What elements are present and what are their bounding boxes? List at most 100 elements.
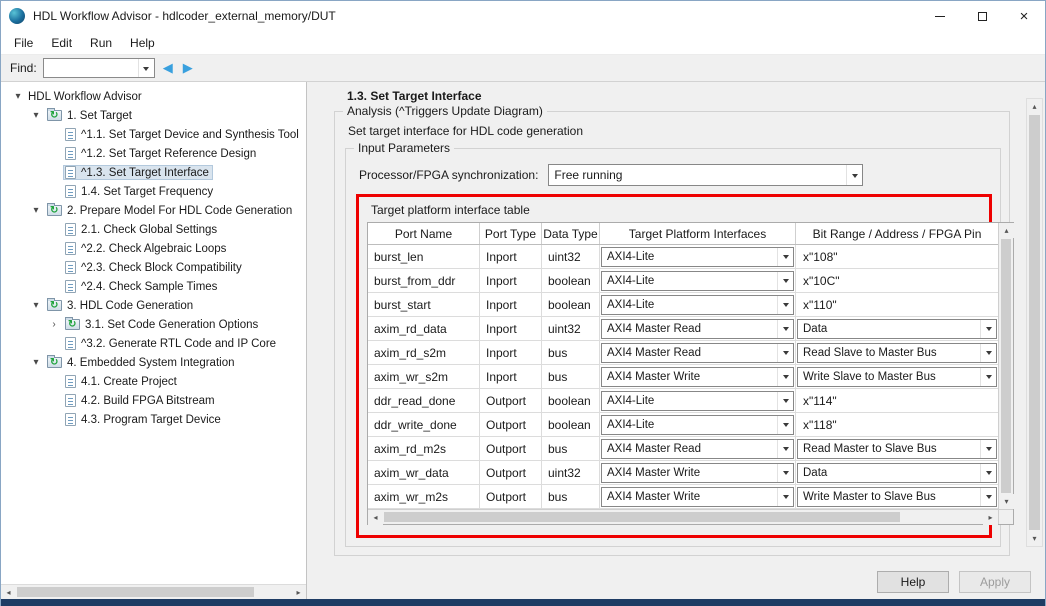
tree-item[interactable]: 4.3. Program Target Device xyxy=(1,410,225,429)
tree-item[interactable]: ▾ 1. Set Target xyxy=(1,106,136,125)
tree-item-body[interactable]: ^2.2. Check Algebraic Loops xyxy=(63,241,230,256)
tree-item[interactable]: ^2.4. Check Sample Times xyxy=(1,277,221,296)
chevron-down-icon[interactable] xyxy=(980,344,996,362)
bit-range-dropdown[interactable]: Read Slave to Master Bus xyxy=(797,343,997,363)
scroll-right-icon[interactable]: ▸ xyxy=(983,510,998,525)
chevron-down-icon[interactable] xyxy=(777,320,793,338)
chevron-down-icon[interactable] xyxy=(777,368,793,386)
tree-item[interactable]: ▾ 4. Embedded System Integration xyxy=(1,353,239,372)
chevron-down-icon[interactable] xyxy=(777,440,793,458)
tree-expand-icon[interactable]: ▾ xyxy=(27,110,45,121)
find-combobox[interactable] xyxy=(43,58,155,78)
tree-item-body[interactable]: ^1.3. Set Target Interface xyxy=(63,165,213,180)
scroll-right-icon[interactable]: ▸ xyxy=(291,585,306,600)
maximize-button[interactable] xyxy=(961,1,1003,31)
chevron-down-icon[interactable] xyxy=(777,248,793,266)
chevron-down-icon[interactable] xyxy=(777,344,793,362)
find-previous-button[interactable]: ◀ xyxy=(161,60,175,76)
interface-dropdown[interactable]: AXI4 Master Write xyxy=(601,367,794,387)
scroll-down-icon[interactable]: ▾ xyxy=(999,494,1014,509)
scroll-up-icon[interactable]: ▴ xyxy=(999,223,1014,238)
scroll-left-icon[interactable]: ◂ xyxy=(368,510,383,525)
tree-item[interactable]: ^1.3. Set Target Interface xyxy=(1,163,213,182)
interface-dropdown[interactable]: AXI4 Master Read xyxy=(601,343,794,363)
interface-dropdown[interactable]: AXI4-Lite xyxy=(601,295,794,315)
tree-item[interactable]: ▾ 2. Prepare Model For HDL Code Generati… xyxy=(1,201,296,220)
tree-item[interactable]: ^2.2. Check Algebraic Loops xyxy=(1,239,230,258)
chevron-down-icon[interactable] xyxy=(777,272,793,290)
chevron-down-icon[interactable] xyxy=(980,488,996,506)
interface-dropdown[interactable]: AXI4-Lite xyxy=(601,391,794,411)
tree-item-body[interactable]: 4. Embedded System Integration xyxy=(45,356,239,370)
scroll-left-icon[interactable]: ◂ xyxy=(1,585,16,600)
tree-item[interactable]: › 3.1. Set Code Generation Options xyxy=(1,315,262,334)
bit-range-dropdown[interactable]: Data xyxy=(797,463,997,483)
interface-dropdown[interactable]: AXI4-Lite xyxy=(601,415,794,435)
chevron-down-icon[interactable] xyxy=(777,488,793,506)
chevron-down-icon[interactable] xyxy=(777,416,793,434)
scroll-up-icon[interactable]: ▴ xyxy=(1027,99,1042,114)
tree-item-body[interactable]: 2.1. Check Global Settings xyxy=(63,222,221,237)
tree-item[interactable]: ^1.1. Set Target Device and Synthesis To… xyxy=(1,125,303,144)
tree-item-body[interactable]: 3. HDL Code Generation xyxy=(45,299,197,313)
tree-horizontal-scrollbar[interactable]: ◂ ▸ xyxy=(1,584,306,599)
scrollbar-thumb[interactable] xyxy=(17,587,254,597)
scrollbar-thumb[interactable] xyxy=(1001,239,1011,493)
tree-item-body[interactable]: ^1.2. Set Target Reference Design xyxy=(63,146,260,161)
tree-item[interactable]: 4.2. Build FPGA Bitstream xyxy=(1,391,219,410)
panel-vertical-scrollbar[interactable]: ▴ ▾ xyxy=(1026,98,1043,547)
tree-item[interactable]: ^1.2. Set Target Reference Design xyxy=(1,144,260,163)
interface-dropdown[interactable]: AXI4 Master Read xyxy=(601,439,794,459)
interface-dropdown[interactable]: AXI4-Lite xyxy=(601,247,794,267)
bit-range-dropdown[interactable]: Data xyxy=(797,319,997,339)
interface-dropdown[interactable]: AXI4 Master Write xyxy=(601,487,794,507)
chevron-down-icon[interactable] xyxy=(980,320,996,338)
tree-item[interactable]: ▾ HDL Workflow Advisor xyxy=(1,87,146,106)
tree-item-body[interactable]: HDL Workflow Advisor xyxy=(27,90,146,104)
menu-item[interactable]: Help xyxy=(121,33,164,53)
tree-item-body[interactable]: ^2.4. Check Sample Times xyxy=(63,279,221,294)
chevron-down-icon[interactable] xyxy=(777,464,793,482)
bit-range-dropdown[interactable]: Read Master to Slave Bus xyxy=(797,439,997,459)
scrollbar-track[interactable] xyxy=(383,510,983,524)
tree-item[interactable]: 2.1. Check Global Settings xyxy=(1,220,221,239)
tree-item[interactable]: 4.1. Create Project xyxy=(1,372,181,391)
interface-dropdown[interactable]: AXI4 Master Write xyxy=(601,463,794,483)
tree-expand-icon[interactable]: ▾ xyxy=(27,300,45,311)
sync-dropdown[interactable]: Free running xyxy=(548,164,863,186)
tree-item[interactable]: ▾ 3. HDL Code Generation xyxy=(1,296,197,315)
scroll-down-icon[interactable]: ▾ xyxy=(1027,531,1042,546)
table-vertical-scrollbar[interactable]: ▴ ▾ xyxy=(998,223,1013,509)
chevron-down-icon[interactable] xyxy=(980,368,996,386)
tree-item[interactable]: ^2.3. Check Block Compatibility xyxy=(1,258,246,277)
chevron-down-icon[interactable] xyxy=(980,464,996,482)
tree-item-body[interactable]: 4.1. Create Project xyxy=(63,374,181,389)
tree-expand-icon[interactable]: ▾ xyxy=(9,91,27,102)
bit-range-dropdown[interactable]: Write Slave to Master Bus xyxy=(797,367,997,387)
close-button[interactable]: × xyxy=(1003,1,1045,31)
tree-item-body[interactable]: 1. Set Target xyxy=(45,109,136,123)
scrollbar-track[interactable] xyxy=(16,585,291,599)
menu-item[interactable]: Edit xyxy=(42,33,81,53)
tree-item-body[interactable]: 2. Prepare Model For HDL Code Generation xyxy=(45,204,296,218)
chevron-down-icon[interactable] xyxy=(777,296,793,314)
minimize-button[interactable] xyxy=(919,1,961,31)
chevron-down-icon[interactable] xyxy=(138,59,154,77)
apply-button[interactable]: Apply xyxy=(959,571,1031,593)
chevron-down-icon[interactable] xyxy=(846,165,862,185)
tree-item[interactable]: ^3.2. Generate RTL Code and IP Core xyxy=(1,334,280,353)
tree-item-body[interactable]: 3.1. Set Code Generation Options xyxy=(63,318,262,332)
scrollbar-thumb[interactable] xyxy=(384,512,900,522)
chevron-down-icon[interactable] xyxy=(980,440,996,458)
bit-range-dropdown[interactable]: Write Master to Slave Bus xyxy=(797,487,997,507)
tree-item-body[interactable]: ^1.1. Set Target Device and Synthesis To… xyxy=(63,127,303,142)
find-next-button[interactable]: ▶ xyxy=(181,60,195,76)
tree-item[interactable]: 1.4. Set Target Frequency xyxy=(1,182,217,201)
tree-item-body[interactable]: 4.3. Program Target Device xyxy=(63,412,225,427)
table-horizontal-scrollbar[interactable]: ◂ ▸ xyxy=(368,509,998,524)
tree-item-body[interactable]: 4.2. Build FPGA Bitstream xyxy=(63,393,219,408)
tree-expand-icon[interactable]: ▾ xyxy=(27,357,45,368)
tree-item-body[interactable]: ^2.3. Check Block Compatibility xyxy=(63,260,246,275)
help-button[interactable]: Help xyxy=(877,571,949,593)
interface-dropdown[interactable]: AXI4 Master Read xyxy=(601,319,794,339)
